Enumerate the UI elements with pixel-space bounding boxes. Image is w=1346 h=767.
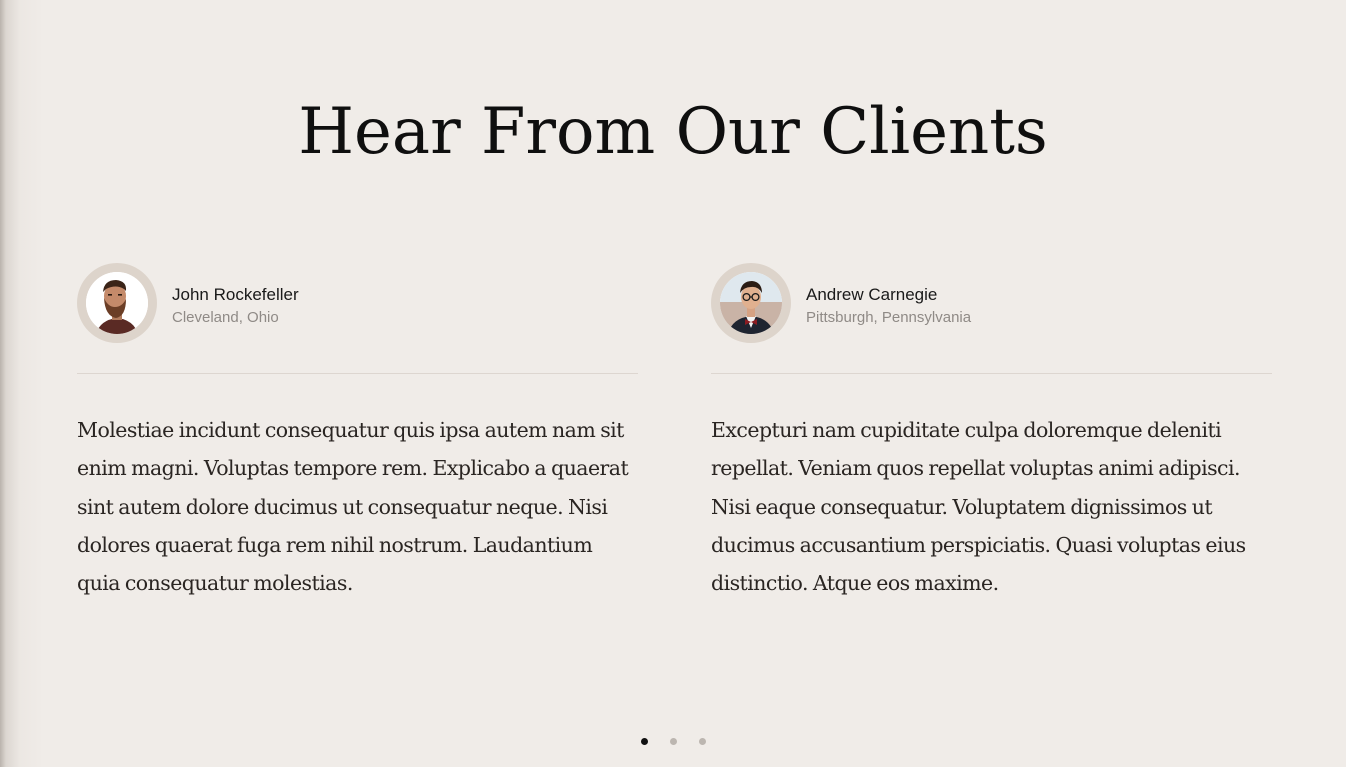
avatar (77, 263, 157, 343)
testimonial-card: Andrew Carnegie Pittsburgh, Pennsylvania… (711, 263, 1272, 602)
testimonial-author: Andrew Carnegie Pittsburgh, Pennsylvania (711, 263, 1272, 343)
author-location: Cleveland, Ohio (172, 308, 279, 326)
testimonial-quote: Excepturi nam cupiditate culpa doloremqu… (711, 418, 1246, 596)
man-with-glasses-avatar-icon (720, 272, 782, 334)
bearded-man-avatar-icon (86, 272, 148, 334)
author-name: Andrew Carnegie (806, 284, 938, 304)
author-name: John Rockefeller (172, 284, 299, 304)
pagination-dot-3[interactable] (699, 738, 706, 745)
testimonial-quote: Molestiae incidunt consequatur quis ipsa… (77, 418, 629, 596)
testimonial-card: John Rockefeller Cleveland, Ohio Molesti… (77, 263, 638, 602)
testimonial-author: John Rockefeller Cleveland, Ohio (77, 263, 638, 343)
testimonials-section: Hear From Our Clients John Rockefeller C… (0, 0, 1346, 767)
section-title: Hear From Our Clients (298, 95, 1048, 169)
pagination-dot-2[interactable] (670, 738, 677, 745)
pagination-dot-1[interactable] (641, 738, 648, 745)
divider (77, 373, 638, 374)
divider (711, 373, 1272, 374)
avatar (711, 263, 791, 343)
author-location: Pittsburgh, Pennsylvania (806, 308, 972, 326)
carousel-pagination (641, 738, 728, 745)
